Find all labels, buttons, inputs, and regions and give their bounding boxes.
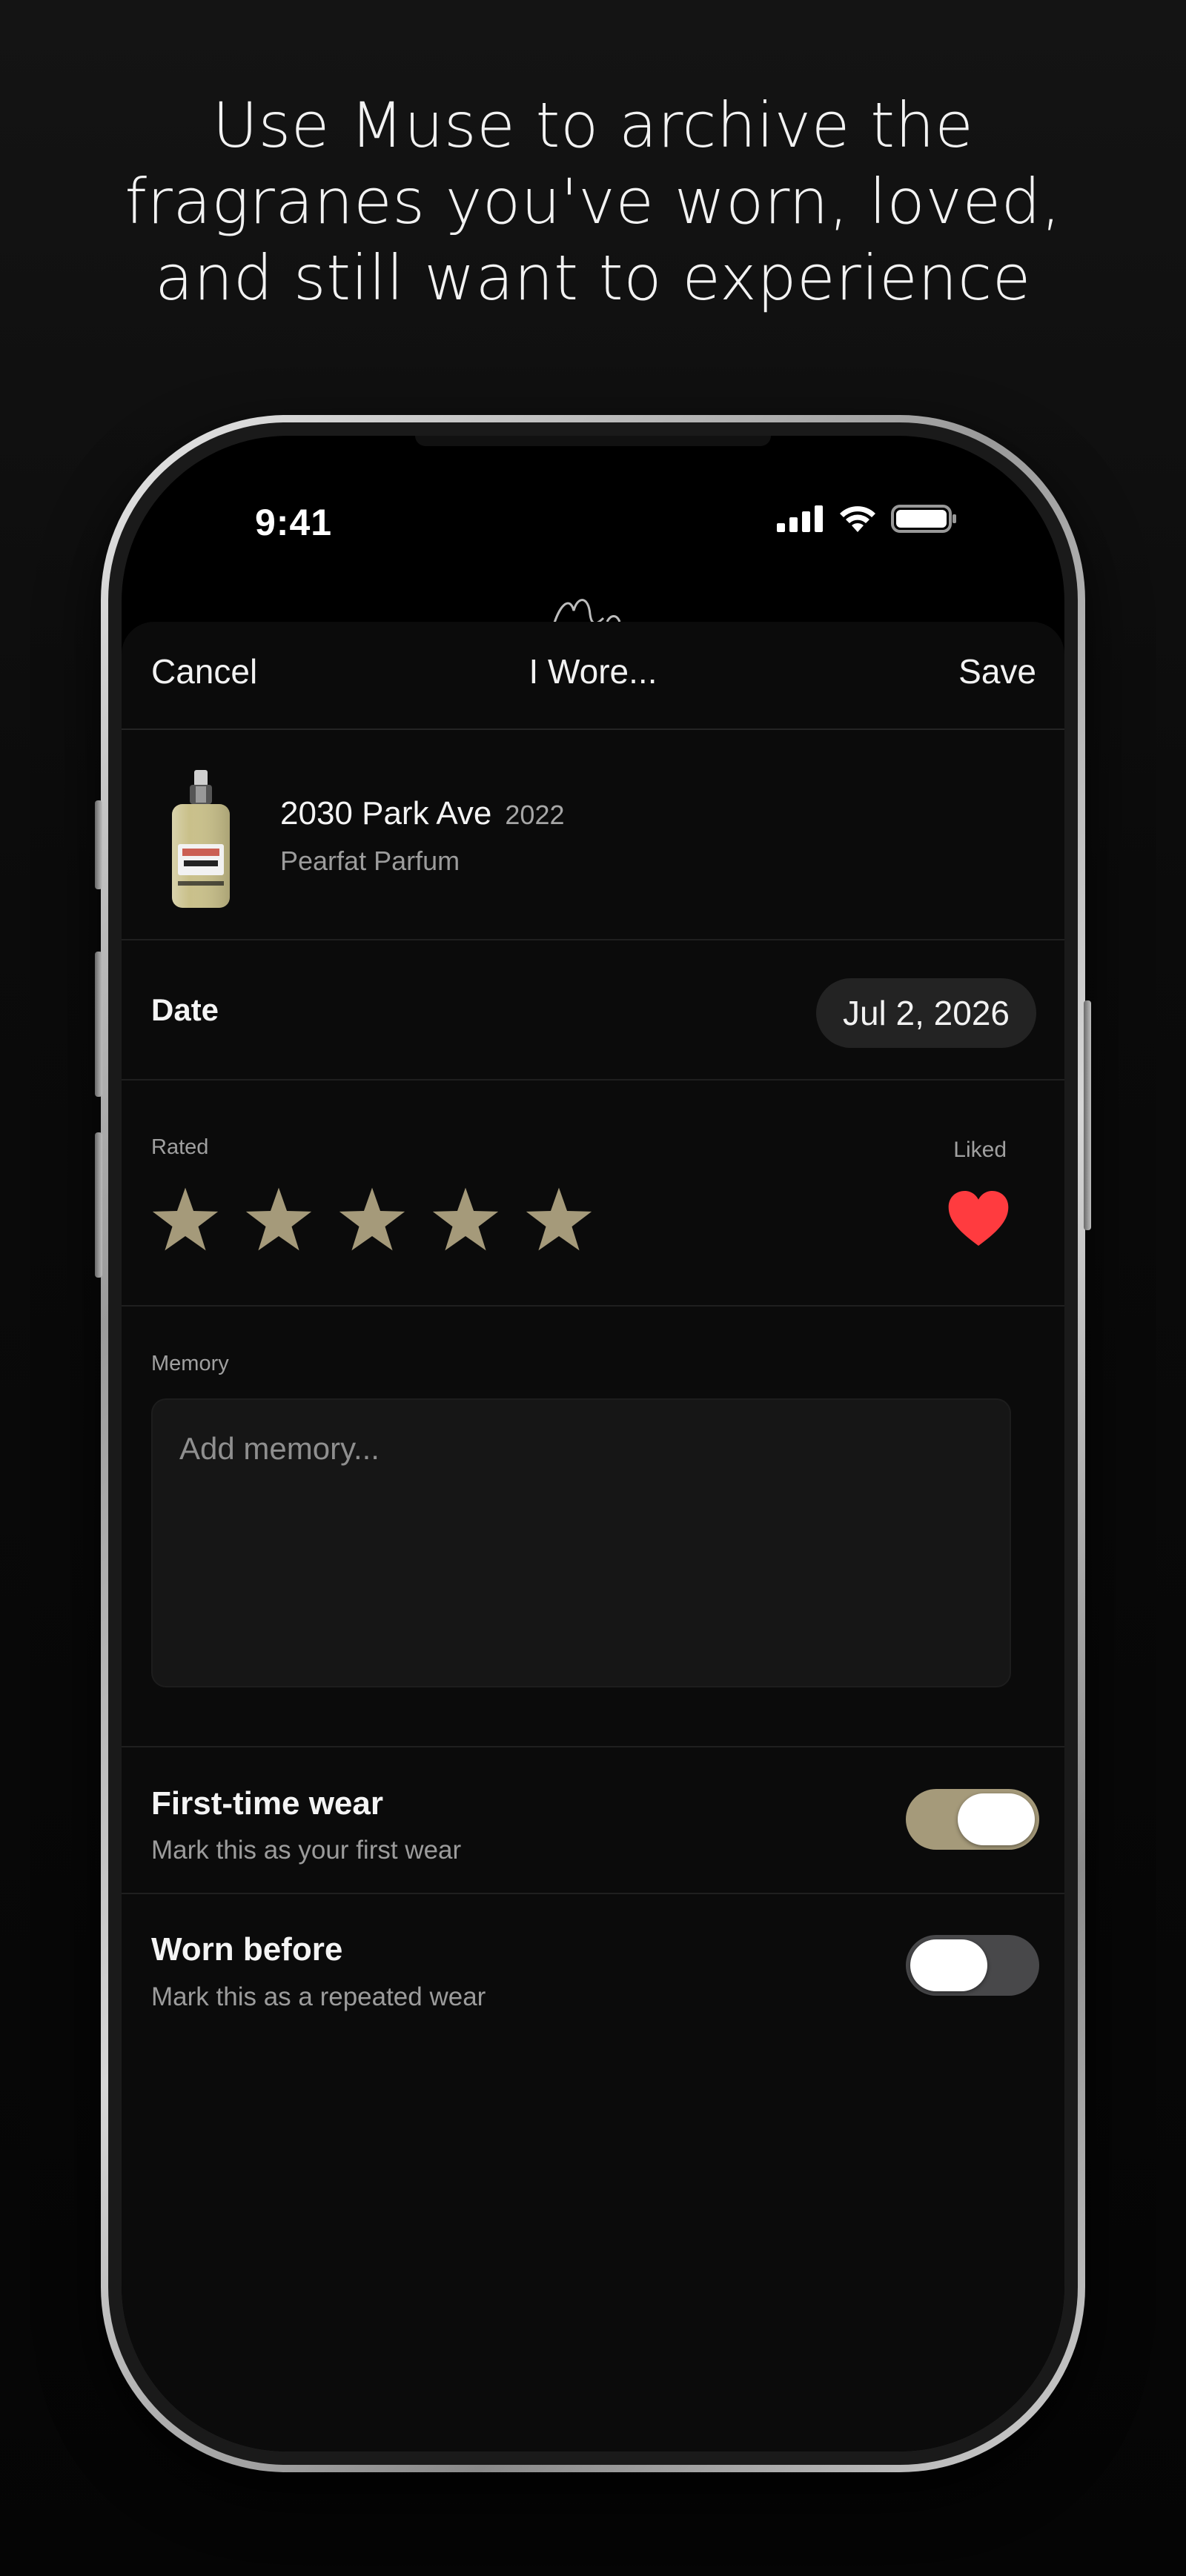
date-picker-button[interactable]: Jul 2, 2026	[815, 978, 1036, 1048]
fragrance-year: 2022	[505, 800, 565, 830]
star-icon-3[interactable]	[338, 1185, 406, 1253]
divider	[122, 939, 1064, 940]
liked-label: Liked	[953, 1138, 1007, 1162]
phone-frame: 9:41 Cancel I Wore... Save 2030 Park Ave…	[95, 415, 1091, 2472]
battery-icon	[891, 505, 956, 533]
fragrance-brand: Pearfat Parfum	[280, 846, 460, 876]
divider	[122, 1305, 1064, 1307]
first-time-wear-subtitle: Mark this as your first wear	[151, 1836, 462, 1865]
marketing-headline: Use Muse to archive the fragranes you've…	[0, 87, 1186, 316]
toggle-knob	[910, 1939, 987, 1991]
dynamic-island	[415, 436, 771, 446]
toggle-knob	[958, 1793, 1035, 1845]
sheet-title: I Wore...	[529, 652, 657, 691]
divider	[122, 1893, 1064, 1894]
worn-before-toggle[interactable]	[906, 1935, 1039, 1996]
memory-input[interactable]: Add memory...	[151, 1398, 1011, 1687]
perfume-bottle-image	[172, 770, 230, 908]
headline-line-2: fragranes you've worn, loved,	[125, 165, 1061, 238]
first-time-wear-title: First-time wear	[151, 1785, 383, 1822]
status-time: 9:41	[255, 502, 333, 543]
date-label: Date	[151, 992, 219, 1027]
first-time-wear-toggle[interactable]	[906, 1789, 1039, 1850]
memory-label: Memory	[151, 1352, 229, 1375]
power-button	[1084, 1000, 1091, 1230]
volume-up-button	[95, 952, 102, 1097]
phone-screen: 9:41 Cancel I Wore... Save 2030 Park Ave…	[122, 436, 1064, 2451]
heart-icon[interactable]	[947, 1189, 1010, 1247]
star-rating	[151, 1185, 593, 1253]
memory-placeholder: Add memory...	[179, 1431, 380, 1466]
fragrance-name-line: 2030 Park Ave 2022	[280, 795, 565, 832]
fragrance-name: 2030 Park Ave	[280, 795, 492, 831]
star-icon-5[interactable]	[525, 1185, 593, 1253]
action-button	[95, 800, 102, 889]
phone-bezel: 9:41 Cancel I Wore... Save 2030 Park Ave…	[108, 422, 1078, 2465]
wifi-icon	[840, 506, 875, 532]
star-icon-2[interactable]	[245, 1185, 313, 1253]
divider	[122, 1746, 1064, 1747]
worn-before-title: Worn before	[151, 1931, 343, 1968]
star-icon-1[interactable]	[151, 1185, 219, 1253]
save-button[interactable]: Save	[958, 651, 1036, 691]
headline-line-1: Use Muse to archive the	[212, 89, 974, 162]
headline-line-3: and still want to experience	[155, 242, 1031, 314]
cellular-signal-icon	[777, 505, 823, 532]
divider	[122, 1079, 1064, 1080]
star-icon-4[interactable]	[431, 1185, 500, 1253]
muse-logo-icon	[537, 581, 655, 625]
volume-down-button	[95, 1132, 102, 1278]
sheet-nav-bar: Cancel I Wore... Save	[122, 622, 1064, 730]
rated-label: Rated	[151, 1135, 209, 1159]
worn-before-subtitle: Mark this as a repeated wear	[151, 1982, 486, 2011]
log-wear-sheet: Cancel I Wore... Save 2030 Park Ave 2022…	[122, 622, 1064, 2451]
status-icons	[777, 504, 958, 534]
